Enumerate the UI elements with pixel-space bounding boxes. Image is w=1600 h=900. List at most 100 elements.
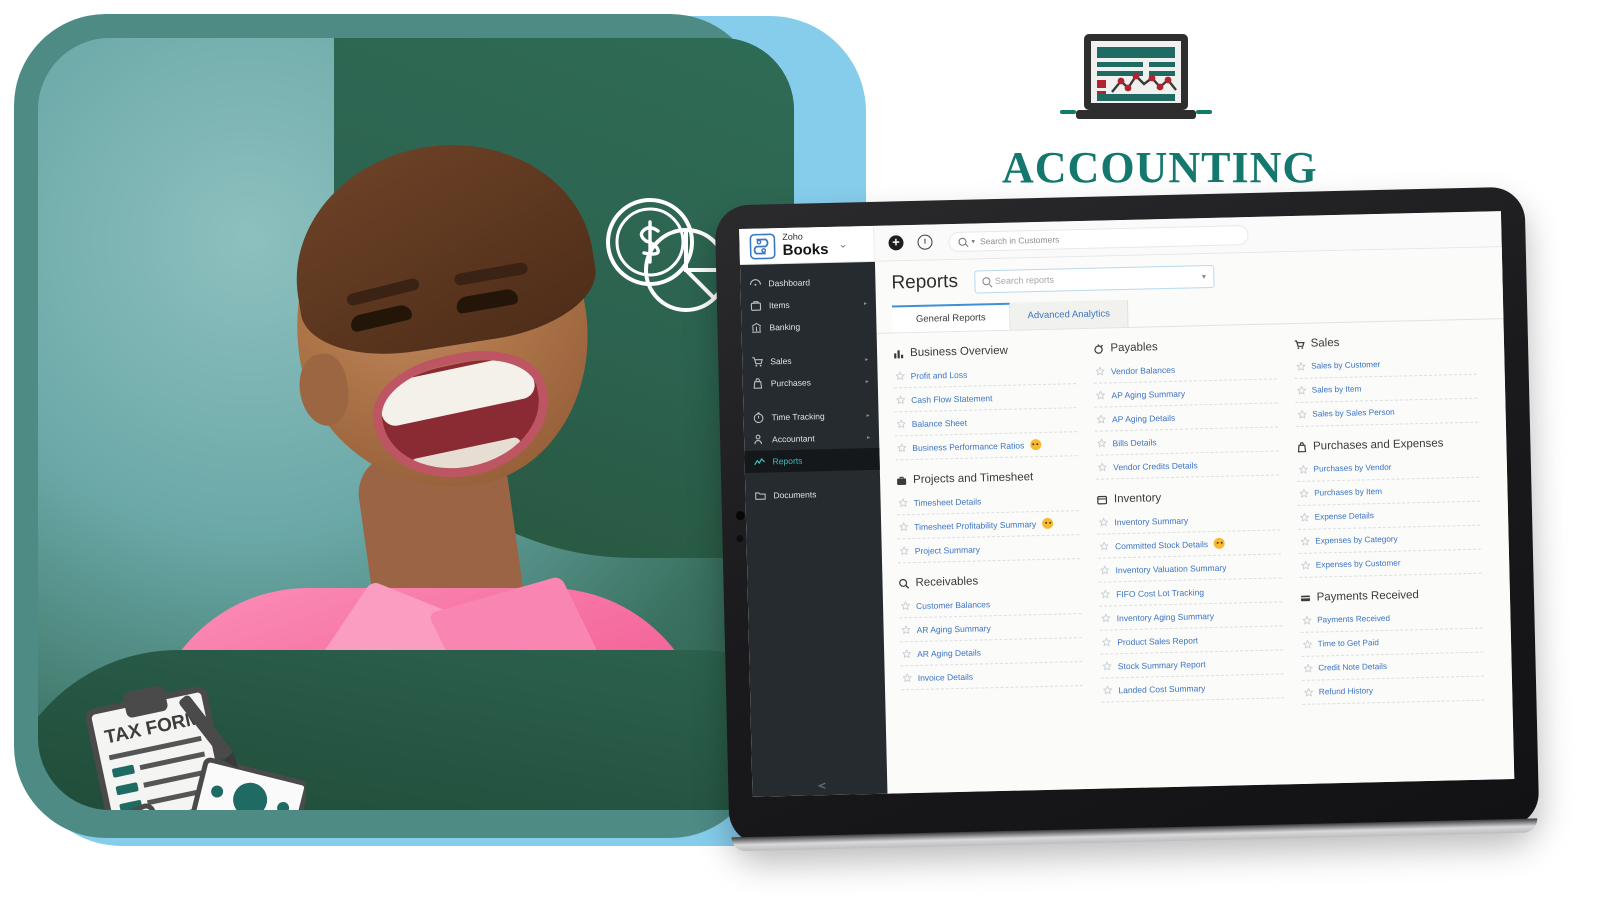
star-icon[interactable] (1100, 565, 1110, 575)
star-icon[interactable] (1300, 536, 1310, 546)
sidebar-item-accountant[interactable]: Accountant ▸ (744, 426, 879, 451)
sidebar-item-items[interactable]: Items ▸ (741, 292, 876, 317)
inventory-box-icon (1097, 495, 1108, 504)
star-icon[interactable] (1296, 385, 1306, 395)
star-icon[interactable] (1303, 687, 1313, 697)
star-icon[interactable] (902, 673, 912, 683)
tab-general-reports[interactable]: General Reports (891, 302, 1011, 333)
star-icon[interactable] (1302, 639, 1312, 649)
section-business-overview: Business Overview Profit and Loss Cash F… (893, 343, 1078, 461)
star-icon[interactable] (899, 546, 909, 556)
payments-card-icon (1300, 595, 1310, 601)
star-icon[interactable] (1296, 361, 1306, 371)
section-title: Payables (1110, 341, 1158, 355)
star-icon[interactable] (1297, 409, 1307, 419)
reports-chart-icon (754, 458, 766, 466)
section-title: Business Overview (909, 344, 1009, 360)
chevron-right-icon: ▸ (863, 300, 867, 307)
report-item[interactable]: Refund History (1301, 676, 1485, 705)
section-inventory: Inventory Inventory Summary Committed St… (1097, 489, 1284, 703)
sidebar-collapse-handle[interactable] (814, 782, 830, 789)
search-icon (958, 237, 967, 246)
star-icon[interactable] (1298, 464, 1308, 474)
star-icon[interactable] (898, 498, 908, 508)
search-icon (981, 277, 991, 286)
report-label: Committed Stock Details (1114, 538, 1209, 551)
bag-icon (753, 378, 763, 389)
star-icon[interactable] (1103, 685, 1113, 695)
star-icon[interactable] (1096, 390, 1106, 400)
star-icon[interactable] (896, 419, 906, 429)
report-label: Purchases by Item (1314, 486, 1383, 498)
star-icon[interactable] (1101, 613, 1111, 623)
global-search-placeholder: Search in Customers (979, 234, 1060, 246)
section-sales: Sales Sales by Customer Sales by Item Sa… (1293, 334, 1478, 428)
reports-search-placeholder: Search reports (994, 274, 1055, 287)
report-label: Expenses by Category (1315, 534, 1398, 546)
recent-history-icon[interactable] (917, 234, 933, 250)
star-icon[interactable] (896, 395, 906, 405)
sidebar-item-time-tracking[interactable]: Time Tracking ▸ (743, 404, 878, 429)
report-label: Sales by Sales Person (1312, 407, 1395, 419)
chevron-right-icon: ▸ (865, 356, 869, 363)
star-icon[interactable] (902, 649, 912, 659)
star-icon[interactable] (1102, 637, 1112, 647)
section-header: Inventory (1097, 489, 1280, 505)
chevron-down-icon[interactable]: ▾ (971, 237, 975, 245)
report-item[interactable]: Project Summary (897, 535, 1081, 564)
accountant-icon (754, 434, 763, 445)
sidebar-item-sales[interactable]: Sales ▸ (742, 348, 877, 373)
section-header: Receivables (898, 573, 1081, 589)
sidebar-label: Accountant (771, 433, 815, 445)
star-icon[interactable] (1098, 462, 1108, 472)
star-icon[interactable] (895, 371, 905, 381)
section-payables: Payables Vendor Balances AP Aging Summar… (1093, 338, 1279, 480)
star-icon[interactable] (1099, 541, 1110, 551)
star-icon[interactable] (1299, 488, 1309, 498)
star-icon[interactable] (899, 522, 909, 532)
report-label: Cash Flow Statement (911, 392, 993, 405)
report-label: Timesheet Details (913, 495, 982, 508)
sidebar-item-banking[interactable]: Banking (741, 314, 876, 339)
report-item[interactable]: Business Performance Ratios (895, 432, 1078, 461)
star-icon[interactable] (1303, 663, 1313, 673)
star-icon[interactable] (1096, 414, 1107, 424)
star-icon[interactable] (901, 625, 911, 635)
star-icon[interactable] (900, 601, 911, 611)
section-purchases-expenses: Purchases and Expenses Purchases by Vend… (1296, 437, 1482, 578)
sidebar-item-dashboard[interactable]: Dashboard (740, 270, 875, 295)
brand-logo[interactable]: Zoho Books ⌄ (739, 225, 875, 265)
chevron-down-icon[interactable]: ▾ (1202, 272, 1206, 281)
tab-advanced-analytics[interactable]: Advanced Analytics (1009, 299, 1129, 330)
add-icon[interactable]: + (888, 234, 904, 251)
star-icon[interactable] (1102, 661, 1112, 671)
reports-grid: Business Overview Profit and Loss Cash F… (877, 319, 1515, 794)
report-item[interactable]: Vendor Credits Details (1095, 451, 1279, 480)
chevron-down-icon[interactable]: ⌄ (838, 238, 847, 251)
global-search-input[interactable]: ▾ Search in Customers (948, 224, 1249, 252)
star-icon[interactable] (1300, 560, 1310, 570)
report-label: Project Summary (914, 543, 981, 556)
report-label: Expense Details (1314, 511, 1374, 522)
report-item[interactable]: Expenses by Customer (1298, 549, 1482, 578)
report-item[interactable]: Landed Cost Summary (1101, 674, 1284, 703)
report-item[interactable]: Sales by Sales Person (1295, 398, 1478, 428)
star-icon[interactable] (1101, 589, 1111, 599)
section-header: Purchases and Expenses (1296, 437, 1479, 453)
sidebar-label: Time Tracking (771, 411, 825, 423)
sidebar-item-purchases[interactable]: Purchases ▸ (743, 370, 878, 395)
report-label: Inventory Valuation Summary (1115, 562, 1227, 575)
reports-search-input[interactable]: Search reports ▾ (973, 264, 1215, 294)
section-header: Business Overview (893, 343, 1076, 359)
section-title: Purchases and Expenses (1312, 437, 1444, 453)
star-icon[interactable] (897, 443, 907, 453)
star-icon[interactable] (1099, 517, 1109, 527)
sidebar-item-documents[interactable]: Documents (745, 482, 880, 507)
star-icon[interactable] (1095, 366, 1106, 376)
star-icon[interactable] (1302, 615, 1312, 625)
report-item[interactable]: Invoice Details (900, 662, 1084, 691)
star-icon[interactable] (1299, 512, 1309, 522)
star-icon[interactable] (1097, 438, 1107, 448)
report-label: Business Performance Ratios (912, 439, 1025, 453)
sidebar-item-reports[interactable]: Reports (744, 447, 880, 473)
